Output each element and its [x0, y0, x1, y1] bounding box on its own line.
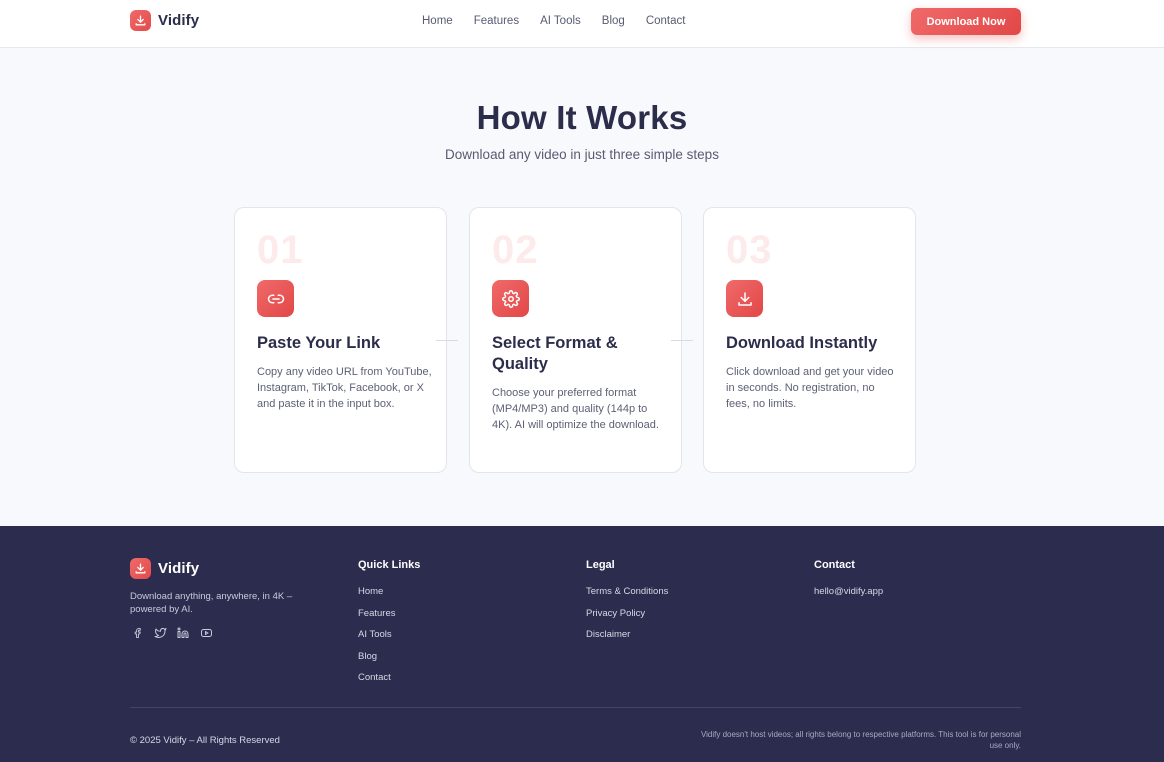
youtube-icon[interactable] — [199, 626, 213, 640]
footer-brand-logo[interactable]: Vidify — [130, 558, 199, 579]
step-connector — [671, 340, 693, 341]
brand-logo[interactable]: Vidify — [130, 10, 199, 31]
footer-contact: Contact hello@vidify.app — [814, 559, 883, 608]
footer-link-home[interactable]: Home — [358, 586, 420, 598]
step-number: 03 — [726, 228, 773, 272]
footer-heading-contact: Contact — [814, 559, 855, 571]
footer-tagline: Download anything, anywhere, in 4K – pow… — [130, 591, 293, 615]
footer-heading-quick-links: Quick Links — [358, 559, 421, 571]
nav-link-home[interactable]: Home — [422, 15, 453, 27]
download-icon — [130, 558, 151, 579]
nav-link-features[interactable]: Features — [474, 15, 519, 27]
social-links — [130, 626, 213, 640]
site-header: Vidify Home Features AI Tools Blog Conta… — [0, 0, 1164, 48]
footer-legal: Legal Terms & Conditions Privacy Policy … — [586, 559, 668, 651]
nav-link-blog[interactable]: Blog — [602, 15, 625, 27]
download-icon — [726, 280, 763, 317]
step-number: 02 — [492, 228, 539, 272]
nav-link-contact[interactable]: Contact — [646, 15, 686, 27]
footer-link-blog[interactable]: Blog — [358, 651, 420, 663]
footer-quick-links: Quick Links Home Features AI Tools Blog … — [358, 559, 420, 694]
footer-link-terms[interactable]: Terms & Conditions — [586, 586, 668, 598]
nav-link-ai-tools[interactable]: AI Tools — [540, 15, 581, 27]
footer-brand-name: Vidify — [158, 560, 200, 577]
step-card-1: 01 Paste Your Link Copy any video URL fr… — [234, 207, 447, 473]
footer-divider — [130, 707, 1021, 708]
step-number: 01 — [257, 228, 304, 272]
footer-disclaimer: Vidify doesn't host videos; all rights b… — [700, 730, 1021, 750]
footer-link-privacy[interactable]: Privacy Policy — [586, 608, 668, 620]
footer-contact-email[interactable]: hello@vidify.app — [814, 586, 883, 598]
step-description: Choose your preferred format (MP4/MP3) a… — [492, 387, 659, 431]
step-title: Paste Your Link — [257, 334, 381, 352]
site-footer: Vidify Download anything, anywhere, in 4… — [0, 526, 1164, 762]
download-icon — [130, 10, 151, 31]
brand-name: Vidify — [158, 12, 200, 29]
step-card-3: 03 Download Instantly Click download and… — [703, 207, 916, 473]
link-icon — [257, 280, 294, 317]
step-title: Download Instantly — [726, 334, 878, 352]
download-now-button[interactable]: Download Now — [911, 8, 1021, 35]
twitter-icon[interactable] — [153, 626, 167, 640]
step-card-2: 02 Select Format & Quality Choose your p… — [469, 207, 682, 473]
step-connector — [436, 340, 458, 341]
footer-link-disclaimer[interactable]: Disclaimer — [586, 629, 668, 641]
facebook-icon[interactable] — [130, 626, 144, 640]
footer-link-ai-tools[interactable]: AI Tools — [358, 629, 420, 641]
footer-link-contact[interactable]: Contact — [358, 672, 420, 684]
section-subtitle: Download any video in just three simple … — [445, 147, 719, 162]
step-description: Copy any video URL from YouTube, Instagr… — [257, 366, 432, 410]
step-description: Click download and get your video in sec… — [726, 366, 894, 410]
copyright-text: © 2025 Vidify – All Rights Reserved — [130, 735, 280, 746]
main-nav: Home Features AI Tools Blog Contact — [422, 15, 706, 27]
section-title: How It Works — [476, 99, 688, 136]
footer-link-features[interactable]: Features — [358, 608, 420, 620]
footer-heading-legal: Legal — [586, 559, 615, 571]
step-title: Select Format & Quality — [492, 334, 618, 373]
gear-icon — [492, 280, 529, 317]
linkedin-icon[interactable] — [176, 626, 190, 640]
